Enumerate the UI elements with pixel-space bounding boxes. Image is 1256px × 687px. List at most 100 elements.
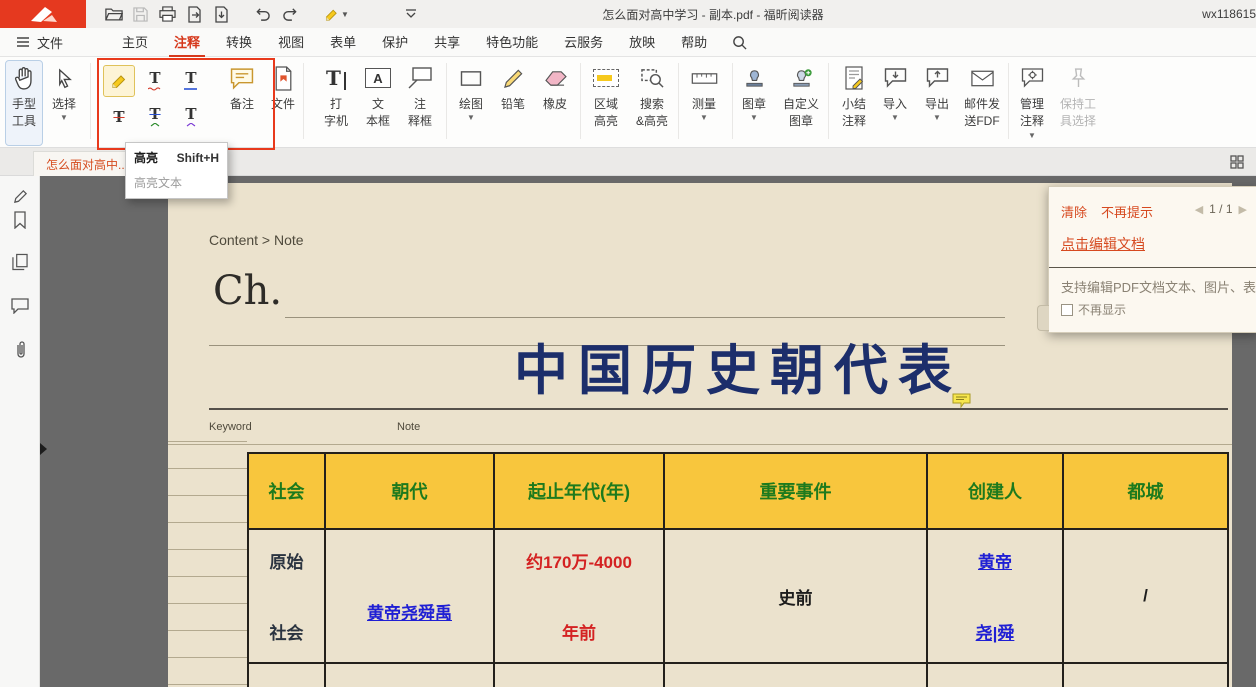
pencil-label: 铅笔 [501, 96, 525, 113]
tab-help[interactable]: 帮助 [668, 28, 720, 57]
underline-icon [184, 87, 198, 91]
chevron-down-icon: ▼ [1028, 132, 1036, 140]
custom-stamp-icon [790, 61, 813, 95]
chevron-down-icon: ▼ [700, 114, 708, 122]
undo-icon [254, 7, 272, 22]
strikethrough-text-button[interactable]: T [104, 102, 134, 132]
dont-show-option[interactable]: 不再显示 [1061, 301, 1126, 318]
printer-icon [159, 6, 176, 22]
custom-stamp-button[interactable]: 自定义 图章 [776, 61, 826, 145]
undo-button[interactable] [249, 2, 276, 26]
edit-document-link[interactable]: 点击编辑文档 [1061, 234, 1145, 254]
squiggly-line-icon [148, 87, 162, 91]
export-comments-button[interactable]: 导出 ▼ [918, 61, 956, 145]
measure-label: 测量 [692, 96, 716, 113]
drawing-label: 绘图 [459, 96, 483, 113]
keep-tool-selected-label: 保持工 具选择 [1060, 96, 1096, 131]
title-underline [209, 408, 1228, 410]
insert-text-button[interactable]: T [176, 102, 206, 132]
tab-cloud[interactable]: 云服务 [551, 28, 616, 57]
import-comments-button[interactable]: 导入 ▼ [876, 61, 914, 145]
import-page-button[interactable] [208, 2, 235, 26]
underline-text-button[interactable]: T [176, 66, 206, 96]
ruler-icon [691, 61, 718, 95]
tab-convert[interactable]: 转换 [213, 28, 265, 57]
caret-mark-icon [150, 123, 160, 127]
tab-comment[interactable]: 注释 [161, 28, 213, 57]
note-annotation-icon[interactable] [952, 393, 971, 413]
clear-button[interactable]: 清除 [1061, 202, 1087, 221]
squiggly-underline-button[interactable]: T [140, 66, 170, 96]
file-menu-button[interactable]: 文件 [0, 28, 81, 57]
area-highlight-button[interactable]: 区域 高亮 [584, 61, 628, 145]
highlight-tool-button[interactable] [104, 66, 134, 96]
founder-link-2[interactable]: 尧|舜 [976, 619, 1015, 644]
menu-item-highlight-text[interactable]: 高亮文本 [126, 171, 227, 198]
comments-panel-button[interactable] [10, 296, 30, 316]
manage-comments-button[interactable]: 管理 注释 ▼ [1010, 61, 1054, 145]
attachments-panel-button[interactable] [10, 340, 30, 360]
search-highlight-button[interactable]: 搜索 &高亮 [628, 61, 676, 145]
dynasty-link[interactable]: 黄帝尧舜禹 [367, 604, 452, 623]
sidebar-expand-arrow[interactable] [40, 443, 47, 455]
stamp-icon [743, 61, 766, 95]
hand-tool-button[interactable]: 手型 工具 [6, 61, 42, 145]
annotate-panel-button[interactable] [10, 186, 30, 206]
ribbon-collapse-button[interactable] [397, 2, 424, 26]
account-name[interactable]: wx118615 [1202, 7, 1256, 21]
redo-button[interactable] [276, 2, 303, 26]
measure-button[interactable]: 测量 ▼ [682, 61, 726, 145]
callout-button[interactable]: 注 释框 [399, 61, 441, 145]
window-title: 怎么面对高中学习 - 副本.pdf - 福昕阅读器 [430, 6, 996, 23]
menu-item-highlight[interactable]: 高亮 Shift+H [126, 143, 227, 171]
replace-text-button[interactable]: T [140, 102, 170, 132]
foxit-logo[interactable] [0, 0, 86, 28]
header-founder: 创建人 [927, 453, 1063, 529]
attach-file-icon [274, 61, 293, 95]
tab-form[interactable]: 表单 [317, 28, 369, 57]
cursor-icon [55, 61, 74, 95]
tab-view[interactable]: 视图 [265, 28, 317, 57]
tab-slideshow[interactable]: 放映 [616, 28, 668, 57]
grid-icon [1230, 155, 1244, 169]
file-attachment-button[interactable]: 文件 [262, 61, 304, 145]
note-bubble-icon [229, 61, 255, 95]
envelope-icon [970, 61, 995, 95]
period-line1: 约170万-4000 [526, 548, 632, 573]
textbox-button[interactable]: A 文 本框 [357, 61, 399, 145]
select-tool-button[interactable]: 选择 ▼ [44, 61, 84, 145]
popup-side-tab[interactable] [1037, 305, 1049, 331]
prev-page-icon[interactable]: ◀ [1195, 203, 1203, 216]
dont-remind-button[interactable]: 不再提示 [1101, 202, 1153, 221]
open-file-button[interactable] [100, 2, 127, 26]
email-fdf-button[interactable]: 邮件发 送FDF [958, 61, 1006, 145]
chevron-down-icon: ▼ [933, 114, 941, 122]
period-line2: 年前 [562, 619, 596, 644]
eraser-button[interactable]: 橡皮 [534, 61, 576, 145]
drawing-button[interactable]: 绘图 ▼ [450, 61, 492, 145]
pages-panel-button[interactable] [10, 252, 30, 272]
print-button[interactable] [154, 2, 181, 26]
tab-share[interactable]: 共享 [421, 28, 473, 57]
keep-tool-selected-button: 保持工 具选择 [1054, 61, 1102, 145]
stamp-button[interactable]: 图章 ▼ [734, 61, 774, 145]
quick-tool-button[interactable]: ▼ [317, 2, 355, 26]
next-page-icon[interactable]: ▶ [1239, 203, 1247, 216]
chevron-down-icon: ▼ [750, 114, 758, 122]
pencil-button[interactable]: 铅笔 [492, 61, 534, 145]
typewriter-button[interactable]: T 打 字机 [315, 61, 357, 145]
export-page-button[interactable] [181, 2, 208, 26]
page-layout-button[interactable] [1230, 155, 1244, 174]
society-line2: 社会 [270, 619, 304, 644]
dont-show-checkbox[interactable] [1061, 304, 1073, 316]
sticky-note-button[interactable]: 备注 [220, 61, 264, 145]
save-button[interactable] [127, 2, 154, 26]
summarize-comments-button[interactable]: 小结 注释 [832, 61, 876, 145]
search-button[interactable] [732, 35, 747, 50]
tab-features[interactable]: 特色功能 [473, 28, 551, 57]
tab-home[interactable]: 主页 [109, 28, 161, 57]
bookmarks-panel-button[interactable] [10, 210, 30, 230]
tab-protect[interactable]: 保护 [369, 28, 421, 57]
comment-icon [11, 298, 29, 314]
founder-link-1[interactable]: 黄帝 [978, 548, 1012, 573]
